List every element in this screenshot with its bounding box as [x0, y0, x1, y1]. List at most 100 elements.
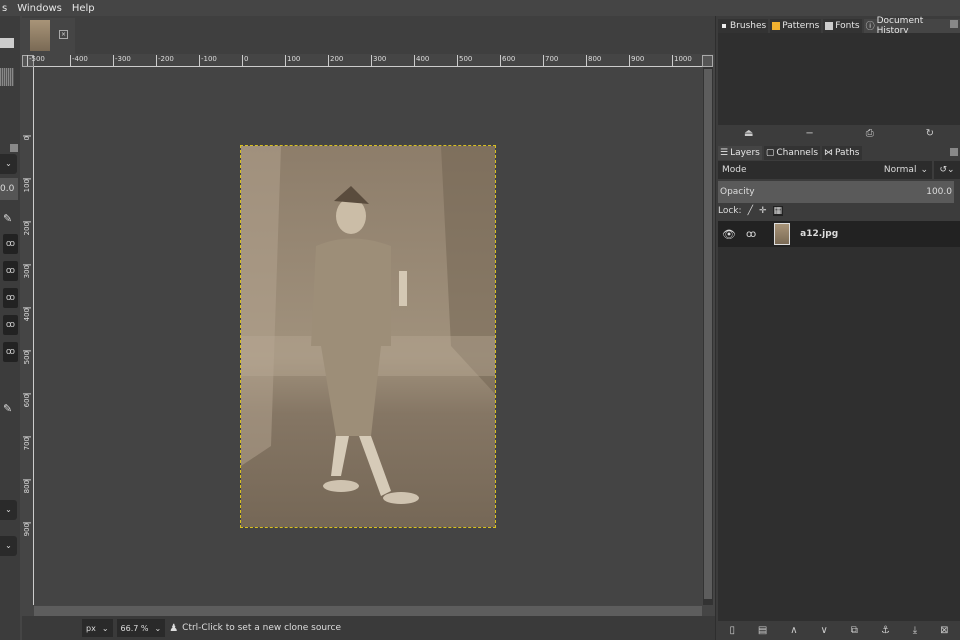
lock-position-icon[interactable]: ✛ [759, 206, 767, 216]
dropdown[interactable]: ⌄ [0, 536, 17, 556]
font-icon [825, 21, 834, 30]
tab-document-history[interactable]: ⓘ Document History [863, 16, 960, 36]
image-canvas-photo[interactable] [240, 145, 496, 528]
tab-label: Channels [776, 147, 819, 158]
link-icon[interactable]: ꝏ [3, 342, 18, 362]
chain-icon[interactable]: ꝏ [746, 229, 756, 240]
ruler-tick-label: 600 [23, 393, 31, 408]
ruler-tick-label: 300 [23, 264, 31, 279]
ruler-tick-label: 700 [543, 55, 558, 66]
layer-name[interactable]: a12.jpg [800, 229, 838, 239]
layers-icon: ☰ [720, 147, 729, 158]
panel-menu-icon[interactable] [950, 20, 958, 28]
link-icon[interactable]: ꝏ [3, 288, 18, 308]
layer-thumbnail [774, 223, 791, 245]
tab-brushes[interactable]: Brushes [718, 18, 769, 33]
anchor-icon[interactable]: ⚓ [881, 625, 890, 636]
open-document-icon[interactable]: ⏏ [744, 128, 753, 139]
lock-pixels-icon[interactable]: ╱ [748, 206, 753, 216]
ruler-tick-label: 400 [23, 307, 31, 322]
value-field[interactable]: 0.0 [0, 178, 18, 200]
ruler-tick-label: 100 [23, 178, 31, 193]
tab-layers[interactable]: ☰ Layers [718, 145, 762, 160]
tab-channels[interactable]: ▢ Channels [763, 145, 821, 160]
ruler-tick-label: 800 [23, 479, 31, 494]
zoom-value: 66.7 % [120, 623, 149, 633]
image-tabs [22, 16, 715, 54]
new-layer-icon[interactable]: ▯ [729, 625, 735, 636]
opacity-label: Opacity [720, 187, 755, 197]
vertical-scrollbar[interactable] [703, 67, 713, 605]
ruler-tick-label: 600 [500, 55, 515, 66]
refresh-icon[interactable]: ↻ [926, 128, 934, 139]
ruler-tick-label: 200 [23, 221, 31, 236]
image-tab[interactable]: × [22, 18, 75, 54]
edit-icon[interactable]: ✎ [3, 402, 12, 415]
chevron-down-icon: ⌄ [154, 623, 162, 633]
delete-layer-icon[interactable]: ⊠ [940, 625, 948, 636]
print-icon[interactable]: ⎙ [866, 128, 874, 139]
zoom-fit-icon[interactable] [702, 55, 713, 67]
panel-menu-icon[interactable] [10, 144, 18, 152]
tab-label: Patterns [782, 20, 820, 31]
tab-label: Layers [730, 147, 760, 158]
ruler-tick-label: 0 [242, 55, 248, 66]
link-icon[interactable]: ꝏ [3, 234, 18, 254]
tab-fonts[interactable]: Fonts [823, 18, 862, 33]
tab-label: Paths [835, 147, 860, 158]
statusbar: px ⌄ 66.7 % ⌄ ♟ Ctrl-Click to set a new cl… [22, 616, 715, 640]
horizontal-scrollbar[interactable] [34, 606, 702, 616]
tab-paths[interactable]: ⋈ Paths [822, 145, 862, 160]
clone-icon: ♟ [169, 622, 179, 634]
lock-alpha-icon[interactable]: ▦ [772, 206, 784, 216]
opacity-slider[interactable]: Opacity 100.0 [718, 181, 954, 203]
tab-patterns[interactable]: Patterns [770, 18, 822, 33]
menu-windows[interactable]: Windows [17, 3, 62, 14]
raise-layer-icon[interactable]: ∧ [790, 625, 797, 636]
mode-label: Mode [722, 165, 747, 175]
menu-help[interactable]: Help [72, 3, 95, 14]
layer-row[interactable]: 👁 ꝏ a12.jpg [718, 221, 960, 247]
ruler-tick-label: -400 [70, 55, 88, 66]
merge-icon[interactable]: ⤓ [913, 625, 917, 636]
history-icon: ⓘ [865, 22, 875, 32]
ruler-tick-label: 900 [629, 55, 644, 66]
vertical-ruler[interactable]: 0 100 200 300 400 500 600 700 800 900 [22, 67, 34, 605]
tab-label: Brushes [730, 20, 767, 31]
channels-icon: ▢ [765, 147, 775, 158]
document-history-list[interactable] [718, 33, 960, 125]
duplicate-layer-icon[interactable]: ⧉ [851, 625, 858, 636]
brush-preview[interactable] [0, 68, 14, 86]
unit-dropdown[interactable]: px ⌄ [82, 619, 113, 637]
link-icon[interactable]: ꝏ [3, 315, 18, 335]
mode-dropdown[interactable]: ⌄ [0, 154, 17, 174]
tool-options-panel: ⌄ 0.0 ✎ ꝏ ꝏ ꝏ ꝏ ꝏ ✎ ⌄ ⌄ [0, 16, 20, 640]
link-icon[interactable]: ꝏ [3, 261, 18, 281]
dropdown[interactable]: ⌄ [0, 500, 17, 520]
image-thumbnail [30, 20, 50, 51]
edit-icon[interactable]: ✎ [3, 212, 12, 225]
panel-menu-icon[interactable] [950, 148, 958, 156]
ruler-tick-label: 900 [23, 522, 31, 537]
align-icon[interactable] [0, 38, 14, 48]
unit-value: px [86, 623, 96, 633]
ruler-tick-label: 1000 [672, 55, 692, 66]
composite-mode-button[interactable]: ↺⌄ [934, 161, 960, 179]
zoom-dropdown[interactable]: 66.7 % ⌄ [116, 619, 166, 637]
mode-dropdown[interactable]: Mode Normal ⌄ [718, 161, 932, 179]
remove-icon[interactable]: − [805, 128, 813, 139]
ruler-tick-label: 200 [328, 55, 343, 66]
tab-label: Fonts [835, 20, 860, 31]
close-icon[interactable]: × [59, 30, 68, 39]
photo-figure [241, 146, 495, 527]
status-message: Ctrl-Click to set a new clone source [182, 623, 342, 633]
ruler-tick-label: 400 [414, 55, 429, 66]
new-group-icon[interactable]: ▤ [758, 625, 767, 636]
eye-icon[interactable]: 👁 [722, 228, 736, 241]
chevron-down-icon: ⌄ [101, 623, 109, 633]
horizontal-ruler[interactable]: -500 -400 -300 -200 -100 0 100 200 300 400 500 600 7… [27, 55, 702, 67]
menu-image[interactable]: s [2, 3, 7, 14]
lower-layer-icon[interactable]: ∨ [821, 625, 828, 636]
ruler-tick-label: 700 [23, 436, 31, 451]
layers-list[interactable]: 👁 ꝏ a12.jpg [718, 221, 960, 621]
